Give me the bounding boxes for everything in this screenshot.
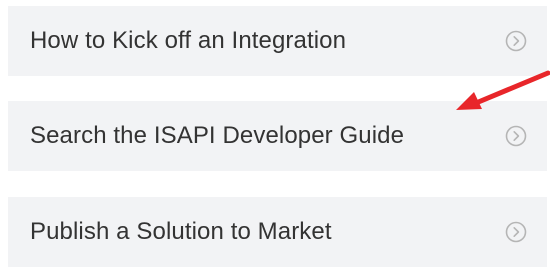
link-card-kick-off-integration[interactable]: How to Kick off an Integration bbox=[8, 6, 547, 76]
link-card-search-isapi-guide[interactable]: Search the ISAPI Developer Guide bbox=[8, 101, 547, 171]
link-card-label: How to Kick off an Integration bbox=[30, 27, 347, 54]
chevron-right-circle-icon[interactable] bbox=[505, 30, 527, 52]
link-card-label: Publish a Solution to Market bbox=[30, 218, 332, 245]
chevron-right-circle-icon[interactable] bbox=[505, 221, 527, 243]
link-card-publish-solution[interactable]: Publish a Solution to Market bbox=[8, 197, 547, 267]
link-card-list: How to Kick off an Integration Search th… bbox=[0, 0, 550, 267]
chevron-right-circle-icon[interactable] bbox=[505, 125, 527, 147]
link-card-label: Search the ISAPI Developer Guide bbox=[30, 122, 405, 149]
